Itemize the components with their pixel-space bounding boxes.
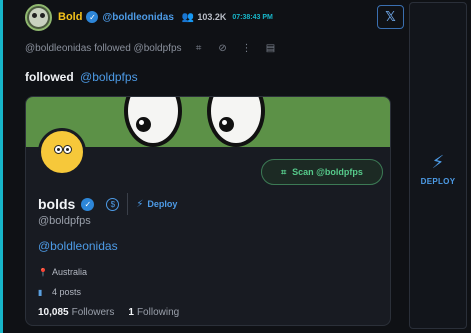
dollar-icon[interactable]: $	[106, 197, 120, 211]
activity-subline: @boldleonidas followed @boldpfps ⌗ ⊘ ⋮ ▤	[25, 43, 278, 54]
document-icon[interactable]: ▤	[264, 43, 278, 54]
pupil	[136, 117, 151, 132]
pin-icon: 📍	[38, 267, 48, 277]
avatar-face	[29, 7, 48, 27]
verified-icon: ✓	[86, 11, 99, 23]
verified-icon: ✓	[81, 197, 95, 211]
author-handle[interactable]: @boldleonidas	[102, 12, 173, 23]
profile-name-row: bolds ✓ $ ⚡ Deploy	[38, 193, 177, 215]
followers-count[interactable]: 10,085	[38, 307, 69, 318]
bolt-icon: ⚡	[431, 152, 445, 172]
bolt-icon: ⚡	[136, 198, 144, 210]
post-count: ▮ 4 posts	[38, 287, 81, 297]
deploy-rail-button[interactable]: ⚡ DEPLOY	[410, 153, 466, 186]
location-text: Australia	[52, 267, 88, 277]
banner-eye-left	[124, 97, 182, 147]
followers-label[interactable]: Followers	[72, 307, 115, 318]
divider	[127, 193, 129, 215]
more-icon[interactable]: ⋮	[240, 43, 254, 54]
post-header: Bold ✓ @boldleonidas 👥 103.2K 07:38:43 P…	[25, 3, 273, 31]
posts-text: 4 posts	[52, 287, 82, 297]
profile-handle: @boldpfps	[38, 215, 91, 227]
follow-stats: 10,085 Followers 1 Following	[38, 307, 193, 318]
activity-text: @boldleonidas followed @boldpfps	[25, 43, 182, 54]
location: 📍 Australia	[38, 267, 87, 277]
body-link[interactable]: @boldpfps	[80, 70, 138, 84]
followers-icon: 👥	[181, 11, 195, 23]
deploy-rail[interactable]: ⚡ DEPLOY	[409, 2, 467, 329]
author-avatar[interactable]	[25, 3, 52, 31]
post-body: followed @boldpfps	[25, 70, 138, 84]
banner-eye-right	[207, 97, 265, 147]
following-count[interactable]: 1	[128, 307, 134, 318]
accent-bar	[0, 0, 3, 333]
hide-icon[interactable]: ⊘	[216, 43, 230, 54]
profile-link[interactable]: @boldleonidas	[38, 239, 118, 253]
profile-name[interactable]: bolds	[38, 196, 75, 212]
avatar-eye-left	[54, 145, 63, 154]
open-x-button[interactable]: 𝕏	[377, 5, 404, 29]
deploy-label: Deploy	[147, 199, 178, 209]
feed-panel: Bold ✓ @boldleonidas 👥 103.2K 07:38:43 P…	[0, 0, 406, 333]
avatar-eye-right	[63, 145, 72, 154]
chart-icon: ▮	[38, 287, 43, 297]
scan-icon[interactable]: ⌗	[192, 43, 206, 54]
profile-avatar[interactable]	[38, 128, 86, 176]
author-name[interactable]: Bold	[58, 11, 82, 23]
scan-icon: ⌗	[281, 166, 287, 177]
timestamp: 07:38:43 PM	[232, 13, 273, 21]
x-logo-icon: 𝕏	[385, 9, 396, 24]
profile-card: ⌗ Scan @boldpfps bolds ✓ $ ⚡ Deploy @bol…	[25, 96, 391, 326]
follower-count: 103.2K	[197, 12, 227, 22]
scan-label: Scan @boldpfps	[292, 167, 363, 177]
body-prefix: followed	[25, 70, 74, 84]
following-label[interactable]: Following	[137, 307, 179, 318]
scan-button[interactable]: ⌗ Scan @boldpfps	[261, 159, 383, 185]
deploy-button[interactable]: ⚡ Deploy	[136, 199, 177, 210]
deploy-rail-label: DEPLOY	[420, 177, 456, 186]
pupil	[219, 117, 234, 132]
